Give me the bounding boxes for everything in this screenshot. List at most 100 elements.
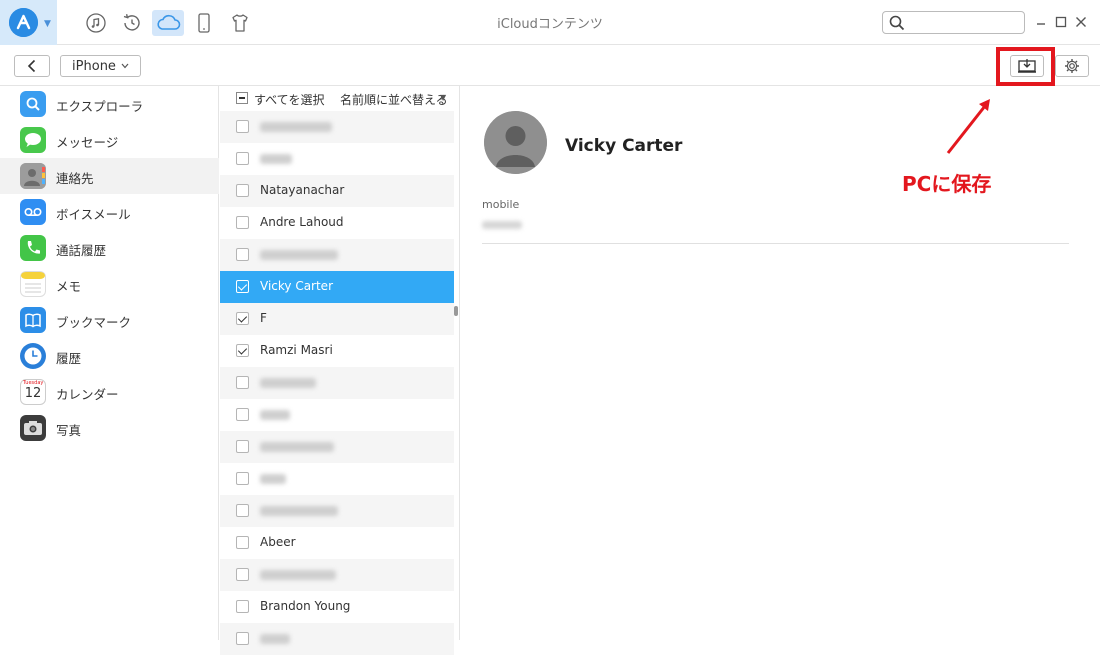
redacted-name <box>260 442 334 452</box>
sidebar-item-photos[interactable]: 写真 <box>0 410 219 446</box>
device-label: iPhone <box>72 58 116 74</box>
sidebar-item-calendar[interactable]: Tuesday 12 カレンダー <box>0 374 219 410</box>
search-box[interactable] <box>882 11 1025 34</box>
list-item[interactable] <box>220 495 454 527</box>
list-item[interactable] <box>220 143 454 175</box>
title-bar: ▼ iCloudコンテンツ <box>0 0 1100 45</box>
contact-detail: Vicky Carter mobile <box>461 86 1100 640</box>
sidebar-item-label: メモ <box>56 279 82 294</box>
list-item[interactable]: Vicky Carter <box>220 271 454 303</box>
sidebar-item-label: 連絡先 <box>56 171 94 186</box>
list-item[interactable] <box>220 367 454 399</box>
row-checkbox[interactable] <box>236 248 249 261</box>
sidebar-item-voicemail[interactable]: ボイスメール <box>0 194 219 230</box>
select-all-label[interactable]: すべてを選択 <box>254 91 324 108</box>
row-checkbox[interactable] <box>236 536 249 549</box>
sidebar: エクスプローラ メッセージ 連絡先 ボイスメール 通話履歴 メモ ブックマーク … <box>0 86 219 640</box>
person-silhouette-icon <box>484 111 547 174</box>
contact-name-label: F <box>260 311 267 325</box>
redacted-name <box>260 378 316 388</box>
row-checkbox[interactable] <box>236 376 249 389</box>
field-value-mobile-redacted <box>482 221 522 229</box>
row-checkbox[interactable] <box>236 440 249 453</box>
list-item[interactable] <box>220 239 454 271</box>
clock-history-icon <box>20 343 46 369</box>
sidebar-item-label: 通話履歴 <box>56 243 107 258</box>
list-item[interactable]: Natayanachar <box>220 175 454 207</box>
field-label-mobile: mobile <box>482 198 520 211</box>
sidebar-item-label: ブックマーク <box>56 315 132 330</box>
contact-name-label: Andre Lahoud <box>260 215 344 229</box>
contacts-icon <box>20 163 46 189</box>
row-checkbox[interactable] <box>236 216 249 229</box>
gear-icon <box>1065 59 1079 73</box>
row-checkbox[interactable] <box>236 408 249 421</box>
chevron-down-icon <box>121 63 129 69</box>
annotation-arrow-icon <box>946 99 990 154</box>
settings-button[interactable] <box>1055 55 1089 77</box>
contact-name-label: Natayanachar <box>260 183 345 197</box>
sort-dropdown[interactable]: 名前順に並べ替える <box>340 91 448 108</box>
camera-icon <box>20 415 46 441</box>
row-checkbox[interactable] <box>236 632 249 645</box>
list-item[interactable]: Ramzi Masri <box>220 335 454 367</box>
row-checkbox[interactable] <box>236 472 249 485</box>
minimize-icon[interactable] <box>1034 14 1048 30</box>
contact-name-label: Brandon Young <box>260 599 351 613</box>
redacted-name <box>260 154 292 164</box>
contact-name-label: Abeer <box>260 535 296 549</box>
contact-name-label: Ramzi Masri <box>260 343 333 357</box>
list-header: すべてを選択 名前順に並べ替える ▼ <box>220 86 459 111</box>
sidebar-item-label: ボイスメール <box>56 207 131 222</box>
list-item[interactable] <box>220 559 454 591</box>
sidebar-item-label: 履歴 <box>56 351 82 366</box>
contact-name-label: Vicky Carter <box>260 279 334 293</box>
divider <box>482 243 1069 244</box>
sidebar-item-contacts[interactable]: 連絡先 <box>0 158 219 194</box>
sidebar-item-bookmarks[interactable]: ブックマーク <box>0 302 219 338</box>
calendar-day: 12 <box>24 386 42 401</box>
list-item[interactable] <box>220 399 454 431</box>
messages-icon <box>20 127 46 153</box>
contact-list-panel: すべてを選択 名前順に並べ替える ▼ Natayanachar Andre Lah… <box>220 86 460 655</box>
list-item[interactable]: Abeer <box>220 527 454 559</box>
row-checkbox[interactable] <box>236 344 249 357</box>
explorer-icon <box>20 91 46 117</box>
list-scrollbar[interactable] <box>454 306 458 316</box>
sort-chevron-down-icon[interactable]: ▼ <box>440 93 446 102</box>
sidebar-item-history[interactable]: 履歴 <box>0 338 219 374</box>
row-checkbox[interactable] <box>236 152 249 165</box>
device-select[interactable]: iPhone <box>60 55 141 77</box>
search-icon <box>889 15 905 31</box>
sidebar-item-notes[interactable]: メモ <box>0 266 219 302</box>
list-item[interactable] <box>220 463 454 495</box>
search-input[interactable] <box>907 14 1019 31</box>
maximize-icon[interactable] <box>1054 14 1068 30</box>
row-checkbox[interactable] <box>236 120 249 133</box>
row-checkbox[interactable] <box>236 184 249 197</box>
sidebar-item-explorer[interactable]: エクスプローラ <box>0 86 219 122</box>
chevron-left-icon <box>27 59 36 73</box>
list-item[interactable] <box>220 431 454 463</box>
call-history-icon <box>20 235 46 261</box>
voicemail-icon <box>20 199 46 225</box>
row-checkbox[interactable] <box>236 600 249 613</box>
row-checkbox[interactable] <box>236 280 249 293</box>
sidebar-item-messages[interactable]: メッセージ <box>0 122 219 158</box>
select-all-checkbox[interactable] <box>236 92 248 104</box>
sidebar-item-call-history[interactable]: 通話履歴 <box>0 230 219 266</box>
row-checkbox[interactable] <box>236 568 249 581</box>
row-checkbox[interactable] <box>236 504 249 517</box>
toolbar: iPhone <box>0 45 1100 86</box>
list-item[interactable] <box>220 623 454 655</box>
row-checkbox[interactable] <box>236 312 249 325</box>
close-icon[interactable] <box>1074 14 1088 30</box>
redacted-name <box>260 122 332 132</box>
list-item[interactable]: Brandon Young <box>220 591 454 623</box>
avatar <box>484 111 547 174</box>
list-item[interactable] <box>220 111 454 143</box>
list-item[interactable]: Andre Lahoud <box>220 207 454 239</box>
back-button[interactable] <box>14 55 50 77</box>
contact-name: Vicky Carter <box>565 136 683 156</box>
list-item[interactable]: F <box>220 303 454 335</box>
